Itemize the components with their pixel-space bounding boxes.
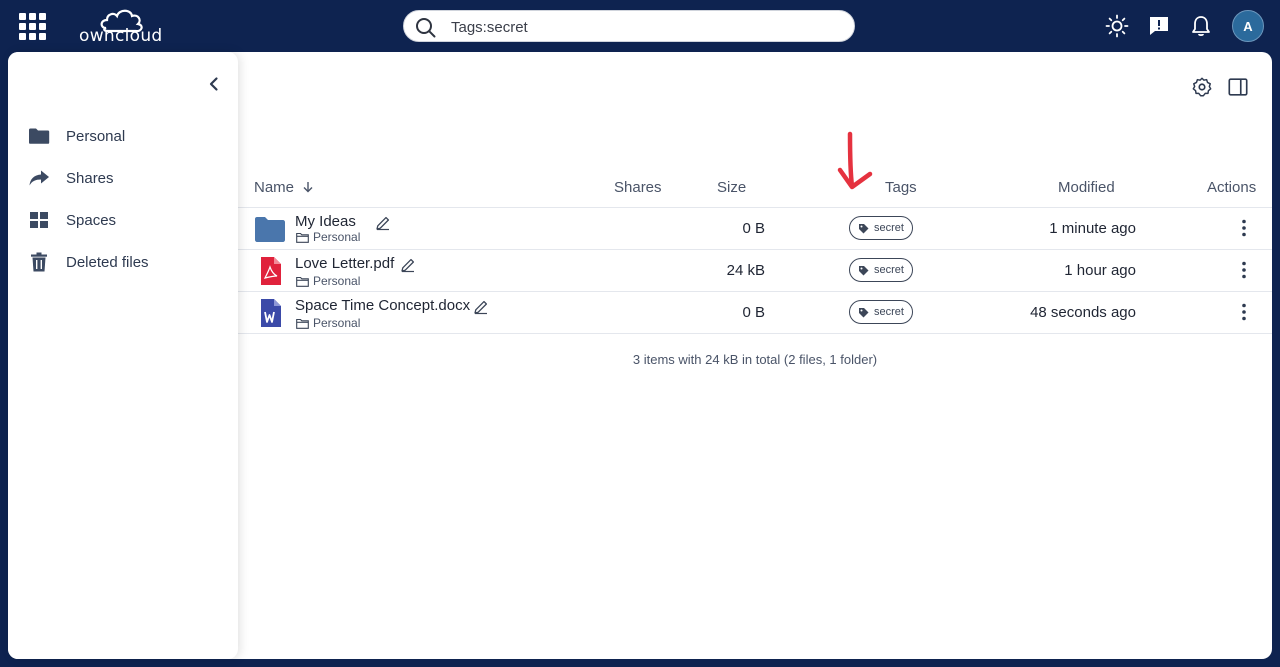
sidebar-item-personal[interactable]: Personal [20, 118, 226, 154]
file-size: 0 B [742, 304, 765, 321]
table-row[interactable]: Love Letter.pdf Personal 24 kB secret 1 … [238, 250, 1272, 292]
file-size: 0 B [742, 220, 765, 237]
file-location: Personal [296, 316, 360, 330]
share-arrow-icon [28, 167, 50, 189]
search-icon [416, 18, 436, 38]
tag-badge[interactable]: secret [849, 216, 913, 240]
top-bar: owncloud A [0, 0, 1280, 52]
rename-pencil-icon[interactable] [473, 299, 489, 315]
settings-gear-icon[interactable] [1191, 76, 1213, 98]
file-name[interactable]: Love Letter.pdf [295, 255, 394, 272]
table-header: Name Shares Size Tags Modified Actions [238, 170, 1272, 208]
rename-pencil-icon[interactable] [375, 215, 391, 231]
column-header-shares[interactable]: Shares [614, 179, 662, 196]
column-header-name[interactable]: Name [254, 179, 314, 196]
logo-text: owncloud [79, 26, 163, 46]
file-location: Personal [296, 274, 360, 288]
trash-icon [28, 251, 50, 273]
tag-icon [859, 265, 869, 275]
tag-badge[interactable]: secret [849, 300, 913, 324]
more-actions-kebab-icon[interactable] [1234, 260, 1254, 280]
spaces-grid-icon [28, 209, 50, 231]
tag-badge[interactable]: secret [849, 258, 913, 282]
tag-icon [859, 307, 869, 317]
modified-time: 1 hour ago [1064, 262, 1136, 279]
app-switcher-icon[interactable] [19, 13, 46, 40]
pdf-file-icon [261, 257, 281, 285]
modified-time: 48 seconds ago [1030, 304, 1136, 321]
modified-time: 1 minute ago [1049, 220, 1136, 237]
table-footer-summary: 3 items with 24 kB in total (2 files, 1 … [632, 352, 878, 367]
docx-file-icon [261, 299, 281, 327]
collapse-sidebar-chevron-icon[interactable] [206, 76, 222, 92]
sidebar: Personal Shares Spaces Deleted files [8, 52, 238, 659]
column-header-modified[interactable]: Modified [1058, 179, 1115, 196]
column-header-actions: Actions [1207, 179, 1257, 196]
location-folder-icon [296, 276, 309, 287]
location-folder-icon [296, 318, 309, 329]
search-bar[interactable] [403, 10, 855, 42]
tag-icon [859, 223, 869, 233]
location-folder-icon [296, 232, 309, 243]
file-size: 24 kB [726, 262, 765, 279]
table-row[interactable]: My Ideas Personal 0 B secret 1 minute ag… [238, 208, 1272, 250]
more-actions-kebab-icon[interactable] [1234, 218, 1254, 238]
sidebar-item-shares[interactable]: Shares [20, 160, 226, 196]
more-actions-kebab-icon[interactable] [1234, 302, 1254, 322]
search-input[interactable] [451, 16, 841, 38]
rename-pencil-icon[interactable] [400, 257, 416, 273]
sidebar-item-spaces[interactable]: Spaces [20, 202, 226, 238]
sort-down-arrow-icon [303, 182, 313, 193]
column-header-size[interactable]: Size [717, 179, 746, 196]
table-row[interactable]: Space Time Concept.docx Personal 0 B sec… [238, 292, 1272, 334]
sidebar-item-deleted-files[interactable]: Deleted files [20, 244, 226, 280]
feedback-icon[interactable] [1147, 14, 1171, 38]
file-location: Personal [296, 230, 360, 244]
column-header-tags[interactable]: Tags [885, 179, 917, 196]
file-name[interactable]: Space Time Concept.docx [295, 297, 470, 314]
folder-icon [255, 217, 285, 242]
user-avatar[interactable]: A [1232, 10, 1264, 42]
file-name[interactable]: My Ideas [295, 213, 356, 230]
sidebar-toggle-icon[interactable] [1227, 76, 1249, 98]
theme-toggle-sun-icon[interactable] [1105, 14, 1129, 38]
folder-icon [28, 125, 50, 147]
notifications-bell-icon[interactable] [1189, 14, 1213, 38]
